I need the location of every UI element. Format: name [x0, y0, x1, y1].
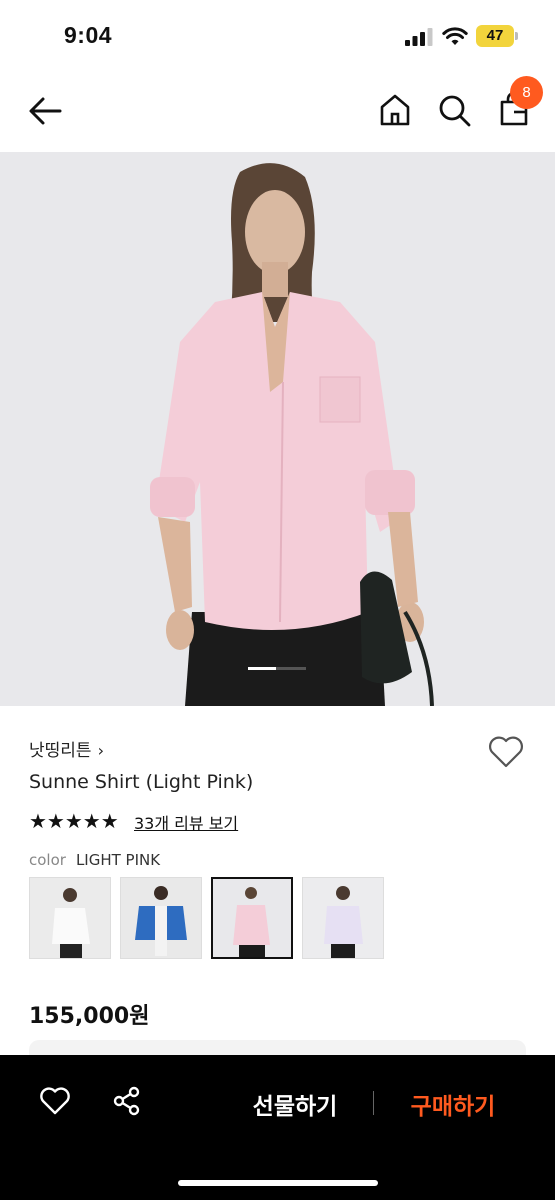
status-bar: 9:04 47 — [0, 0, 555, 70]
divider — [373, 1091, 374, 1115]
color-label: color — [29, 851, 66, 869]
heart-icon[interactable] — [487, 735, 525, 769]
color-thumb-light-pink[interactable] — [211, 877, 293, 959]
share-icon[interactable] — [112, 1086, 142, 1116]
heart-icon[interactable] — [39, 1086, 71, 1116]
product-name: Sunne Shirt (Light Pink) — [29, 771, 254, 793]
color-thumb-lavender[interactable] — [302, 877, 384, 959]
chevron-right-icon: › — [97, 741, 104, 760]
color-thumb-white[interactable] — [29, 877, 111, 959]
brand-name: 낫띵리튼 — [29, 741, 92, 761]
status-time: 9:04 — [64, 22, 113, 48]
star-icon: ★★★★★ — [29, 811, 119, 833]
bottom-action-bar: 선물하기 구매하기 — [0, 1055, 555, 1200]
color-row: color LIGHT PINK — [29, 851, 160, 869]
battery-level: 47 — [486, 27, 504, 44]
color-thumb-blue[interactable] — [120, 877, 202, 959]
home-icon[interactable] — [377, 92, 413, 128]
model-photo — [0, 152, 555, 706]
wifi-icon — [442, 27, 468, 45]
signal-icon — [405, 28, 433, 46]
brand-link[interactable]: 낫띵리튼 › — [29, 736, 104, 761]
search-icon[interactable] — [436, 92, 472, 128]
price: 155,000원 — [29, 1004, 150, 1029]
home-indicator — [178, 1180, 378, 1186]
review-link[interactable]: 33개 리뷰 보기 — [134, 810, 238, 834]
image-pager-active — [276, 667, 306, 670]
back-arrow-icon[interactable] — [26, 92, 64, 130]
battery-icon: 47 — [476, 25, 518, 47]
buy-button[interactable]: 구매하기 — [398, 1087, 508, 1120]
cart-count-badge: 8 — [510, 76, 543, 109]
color-value: LIGHT PINK — [75, 851, 161, 869]
product-image[interactable] — [0, 152, 555, 706]
top-nav — [0, 70, 555, 152]
gift-button[interactable]: 선물하기 — [240, 1087, 350, 1120]
